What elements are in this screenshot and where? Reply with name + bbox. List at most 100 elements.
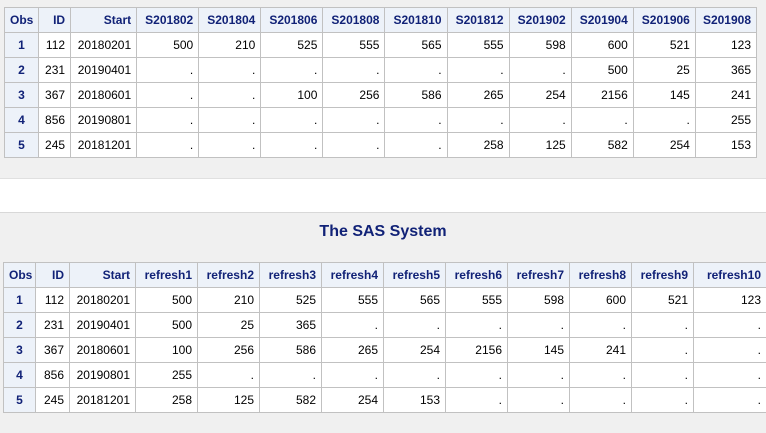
row-obs-number: 3 xyxy=(4,338,36,363)
table-cell: 20180201 xyxy=(70,288,136,313)
table-cell: 500 xyxy=(136,313,198,338)
table-cell: . xyxy=(509,58,571,83)
table-cell: 20180601 xyxy=(71,83,137,108)
table-cell: . xyxy=(322,363,384,388)
table-cell: . xyxy=(322,313,384,338)
row-obs-number: 3 xyxy=(5,83,39,108)
row-obs-number: 4 xyxy=(4,363,36,388)
column-header: S201806 xyxy=(261,8,323,33)
table-cell: 565 xyxy=(384,288,446,313)
row-obs-number: 4 xyxy=(5,108,39,133)
table-cell: . xyxy=(570,313,632,338)
table-cell: 525 xyxy=(260,288,322,313)
column-header: ID xyxy=(39,8,71,33)
table-cell: 20181201 xyxy=(70,388,136,413)
table-cell: . xyxy=(137,83,199,108)
table-cell: . xyxy=(509,108,571,133)
table-row: 3367201806011002565862652542156145241.. xyxy=(4,338,766,363)
column-header: S201812 xyxy=(447,8,509,33)
table-cell: 600 xyxy=(570,288,632,313)
table-cell: 600 xyxy=(571,33,633,58)
column-header: Obs xyxy=(4,263,36,288)
table-cell: . xyxy=(694,363,766,388)
table-cell: . xyxy=(632,363,694,388)
table-cell: 153 xyxy=(695,133,756,158)
table-cell: . xyxy=(447,58,509,83)
table-cell: 254 xyxy=(633,133,695,158)
table-row: 223120190401.......50025365 xyxy=(5,58,757,83)
column-header: S201906 xyxy=(633,8,695,33)
table-cell: 210 xyxy=(199,33,261,58)
table-cell: 500 xyxy=(137,33,199,58)
table-cell: 367 xyxy=(36,338,70,363)
table-row: 485620190801.........255 xyxy=(5,108,757,133)
table-cell: . xyxy=(323,108,385,133)
table-cell: 256 xyxy=(323,83,385,108)
table-cell: . xyxy=(570,363,632,388)
table-cell: . xyxy=(323,133,385,158)
column-header: refresh2 xyxy=(198,263,260,288)
table-cell: 555 xyxy=(322,288,384,313)
column-header: S201804 xyxy=(199,8,261,33)
table-header-row: ObsIDStartrefresh1refresh2refresh3refres… xyxy=(4,263,766,288)
table-cell: . xyxy=(633,108,695,133)
table-cell: 123 xyxy=(695,33,756,58)
table-cell: 256 xyxy=(198,338,260,363)
table-cell: . xyxy=(261,133,323,158)
sas-output-table-1: ObsIDStartS201802S201804S201806S201808S2… xyxy=(4,7,757,158)
table-cell: 521 xyxy=(632,288,694,313)
table-header-row: ObsIDStartS201802S201804S201806S201808S2… xyxy=(5,8,757,33)
row-obs-number: 2 xyxy=(4,313,36,338)
table-cell: . xyxy=(571,108,633,133)
table-cell: 20181201 xyxy=(71,133,137,158)
table-cell: 582 xyxy=(260,388,322,413)
table-cell: . xyxy=(260,363,322,388)
table-cell: 856 xyxy=(39,108,71,133)
table-cell: . xyxy=(261,58,323,83)
table-cell: 258 xyxy=(136,388,198,413)
column-header: S201908 xyxy=(695,8,756,33)
table-cell: 25 xyxy=(198,313,260,338)
row-obs-number: 5 xyxy=(5,133,39,158)
column-header: refresh1 xyxy=(136,263,198,288)
table-cell: 365 xyxy=(260,313,322,338)
column-header: S201808 xyxy=(323,8,385,33)
table-cell: . xyxy=(261,108,323,133)
table-cell: 586 xyxy=(260,338,322,363)
table-cell: 265 xyxy=(322,338,384,363)
table-cell: 20190401 xyxy=(70,313,136,338)
table-cell: . xyxy=(694,338,766,363)
table-cell: . xyxy=(632,313,694,338)
table-cell: . xyxy=(199,58,261,83)
table-cell: 153 xyxy=(384,388,446,413)
row-obs-number: 2 xyxy=(5,58,39,83)
table-cell: 20180201 xyxy=(71,33,137,58)
column-header: Start xyxy=(71,8,137,33)
column-header: Start xyxy=(70,263,136,288)
table-cell: . xyxy=(137,58,199,83)
column-header: S201810 xyxy=(385,8,447,33)
table-cell: . xyxy=(199,133,261,158)
table-cell: . xyxy=(385,58,447,83)
table-row: 336720180601..1002565862652542156145241 xyxy=(5,83,757,108)
table-row: 22312019040150025365....... xyxy=(4,313,766,338)
table-cell: . xyxy=(385,108,447,133)
table-row: 1112201802015002105255555655555986005211… xyxy=(5,33,757,58)
table-cell: 20190401 xyxy=(71,58,137,83)
row-obs-number: 5 xyxy=(4,388,36,413)
table-cell: . xyxy=(694,313,766,338)
report-title: The SAS System xyxy=(0,223,766,241)
table-cell: 254 xyxy=(509,83,571,108)
column-header: S201902 xyxy=(509,8,571,33)
column-header: refresh6 xyxy=(446,263,508,288)
table-cell: 500 xyxy=(571,58,633,83)
table-cell: 500 xyxy=(136,288,198,313)
table-cell: 856 xyxy=(36,363,70,388)
table-cell: . xyxy=(199,83,261,108)
table-cell: 555 xyxy=(446,288,508,313)
table-row: 485620190801255......... xyxy=(4,363,766,388)
table-cell: . xyxy=(694,388,766,413)
table-cell: . xyxy=(198,363,260,388)
column-header: S201904 xyxy=(571,8,633,33)
table-cell: 125 xyxy=(509,133,571,158)
